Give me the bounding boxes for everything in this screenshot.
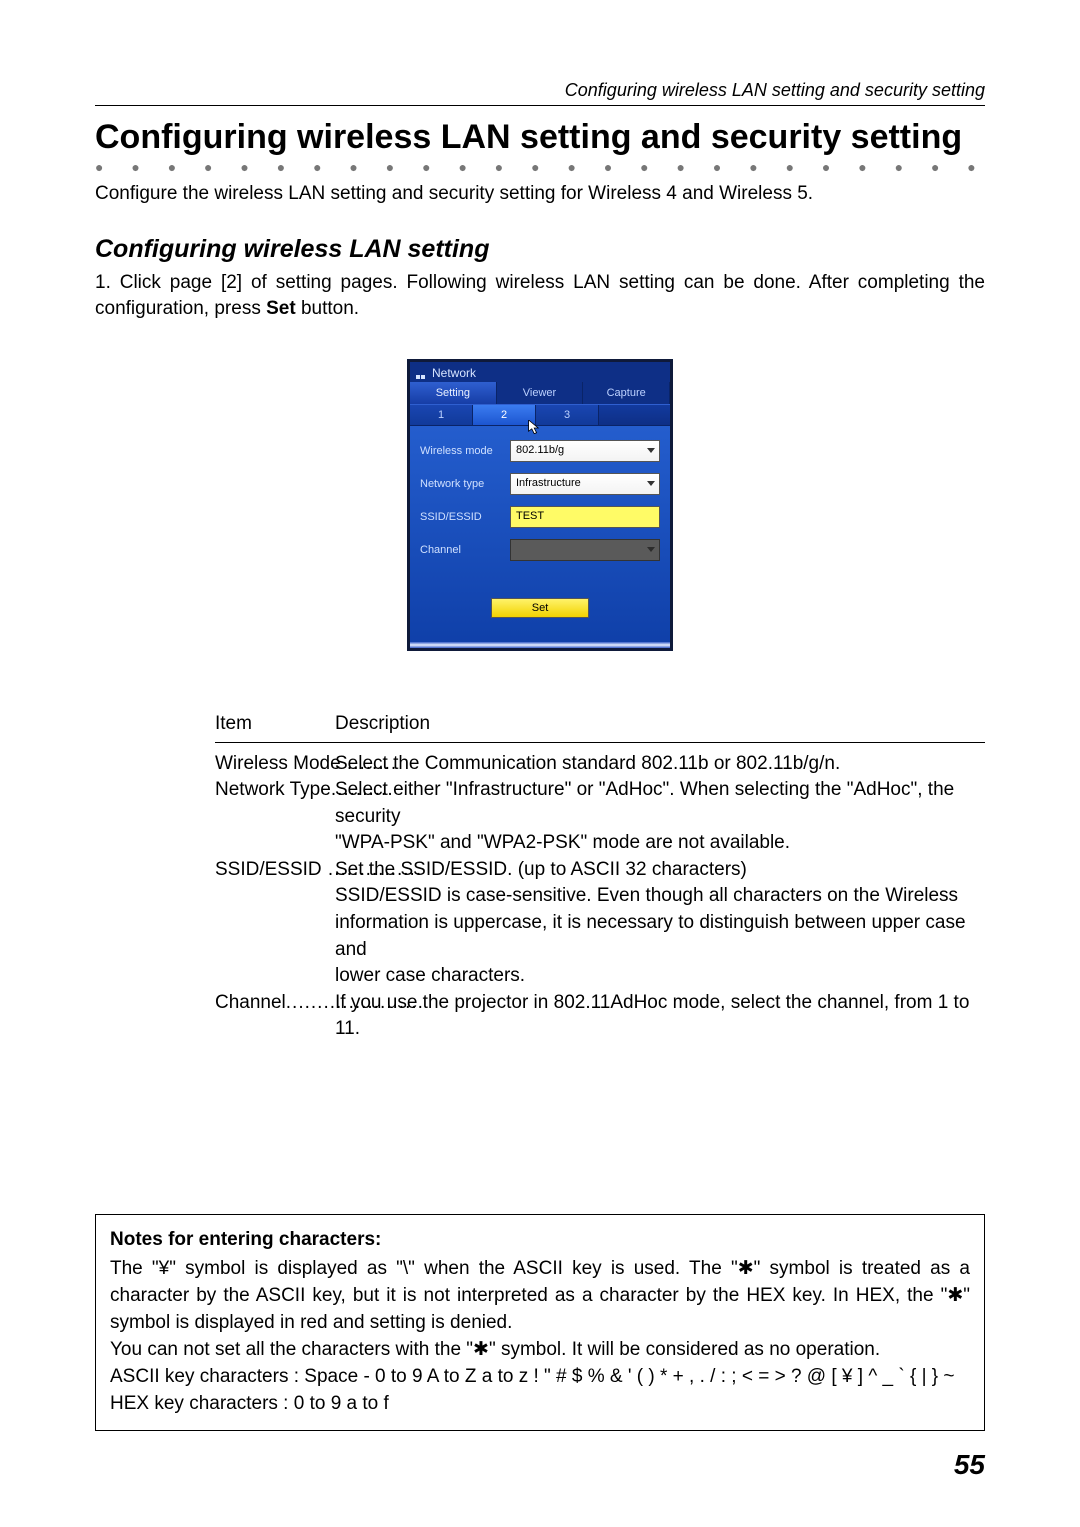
page-tab-2[interactable]: 2 (473, 405, 536, 425)
channel-field[interactable] (510, 539, 660, 561)
dialog-title-bar: Network (410, 362, 670, 382)
desc-text-nt: Select either "Infrastructure" or "AdHoc… (335, 777, 985, 830)
desc-text-ss-3: information is uppercase, it is necessar… (335, 910, 985, 963)
step-1-pre: 1. Click page [2] of setting pages. Foll… (95, 272, 985, 320)
desc-label-wm-text: Wireless Mode (215, 753, 341, 774)
top-tabs: Setting Viewer Capture (410, 382, 670, 404)
desc-row-network-type: Network Type.......... Select either "In… (215, 777, 985, 830)
channel-label: Channel (420, 544, 510, 556)
lead-text: Configure the wireless LAN setting and s… (95, 181, 985, 207)
form-area: Wireless mode 802.11b/g Network type Inf… (410, 426, 670, 642)
desc-text-ss-2: SSID/ESSID is case-sensitive. Even thoug… (335, 883, 985, 910)
running-head: Configuring wireless LAN setting and sec… (95, 80, 985, 101)
desc-head-item: Item (215, 711, 335, 738)
desc-text-ch: If you use the projector in 802.11AdHoc … (335, 990, 985, 1043)
page-tab-3[interactable]: 3 (536, 405, 599, 425)
app-icon (416, 368, 426, 378)
notes-line-4: HEX key characters : 0 to 9 a to f (110, 1391, 970, 1418)
notes-title: Notes for entering characters: (110, 1227, 970, 1254)
wireless-mode-label: Wireless mode (420, 445, 510, 457)
notes-box: Notes for entering characters: The "¥" s… (95, 1214, 985, 1431)
desc-head-desc: Description (335, 711, 430, 738)
desc-label-ss: SSID/ESSID ............... (215, 857, 335, 884)
row-ssid: SSID/ESSID TEST (420, 506, 660, 528)
dialog-title: Network (432, 366, 476, 380)
desc-row-wireless-mode: Wireless Mode ........ Select the Commun… (215, 751, 985, 778)
cursor-icon (528, 420, 542, 436)
step-1: 1. Click page [2] of setting pages. Foll… (95, 270, 985, 323)
network-type-label: Network type (420, 478, 510, 490)
description-block: Item Description Wireless Mode ........ … (215, 711, 985, 1043)
network-dialog: Network Setting Viewer Capture 1 2 3 Wir… (407, 359, 673, 651)
heading-dots: ● ● ● ● ● ● ● ● ● ● ● ● ● ● ● ● ● ● ● ● … (95, 159, 985, 175)
ssid-label: SSID/ESSID (420, 511, 510, 523)
desc-text-ss: Set the SSID/ESSID. (up to ASCII 32 char… (335, 857, 985, 884)
top-rule (95, 105, 985, 106)
desc-label-ch-text: Channel (215, 992, 286, 1013)
page-tab-1[interactable]: 1 (410, 405, 473, 425)
page: Configuring wireless LAN setting and sec… (0, 0, 1080, 1527)
desc-label-nt: Network Type.......... (215, 777, 335, 830)
network-type-field[interactable]: Infrastructure (510, 473, 660, 495)
tab-capture[interactable]: Capture (583, 382, 670, 404)
desc-label-ch: Channel...................... (215, 990, 335, 1043)
desc-row-ssid: SSID/ESSID ............... Set the SSID/… (215, 857, 985, 884)
screenshot-wrap: Network Setting Viewer Capture 1 2 3 Wir… (95, 359, 985, 651)
tab-viewer[interactable]: Viewer (497, 382, 584, 404)
row-channel: Channel (420, 539, 660, 561)
desc-text-wm: Select the Communication standard 802.11… (335, 751, 985, 778)
dialog-bottom-strip (410, 642, 670, 648)
step-1-post: button. (296, 298, 359, 319)
desc-label-wm: Wireless Mode ........ (215, 751, 335, 778)
wireless-mode-field[interactable]: 802.11b/g (510, 440, 660, 462)
notes-line-1: The "¥" symbol is displayed as "\" when … (110, 1256, 970, 1337)
desc-label-ss-text: SSID/ESSID (215, 859, 322, 880)
page-number: 55 (954, 1449, 985, 1481)
page-tab-filler (599, 405, 670, 425)
desc-label-nt-text: Network Type (215, 779, 331, 800)
notes-line-2: You can not set all the characters with … (110, 1337, 970, 1364)
ssid-field[interactable]: TEST (510, 506, 660, 528)
description-header: Item Description (215, 711, 985, 743)
row-wireless-mode: Wireless mode 802.11b/g (420, 440, 660, 462)
sub-heading: Configuring wireless LAN setting (95, 235, 985, 264)
set-row: Set (420, 572, 660, 632)
set-button[interactable]: Set (491, 598, 589, 618)
step-1-bold: Set (266, 298, 296, 319)
tab-setting[interactable]: Setting (410, 382, 497, 404)
desc-text-nt-2: "WPA-PSK" and "WPA2-PSK" mode are not av… (335, 830, 985, 857)
main-heading: Configuring wireless LAN setting and sec… (95, 118, 985, 157)
notes-line-3: ASCII key characters : Space - 0 to 9 A … (110, 1364, 970, 1391)
desc-row-channel: Channel...................... If you use… (215, 990, 985, 1043)
row-network-type: Network type Infrastructure (420, 473, 660, 495)
desc-text-ss-4: lower case characters. (335, 963, 985, 990)
